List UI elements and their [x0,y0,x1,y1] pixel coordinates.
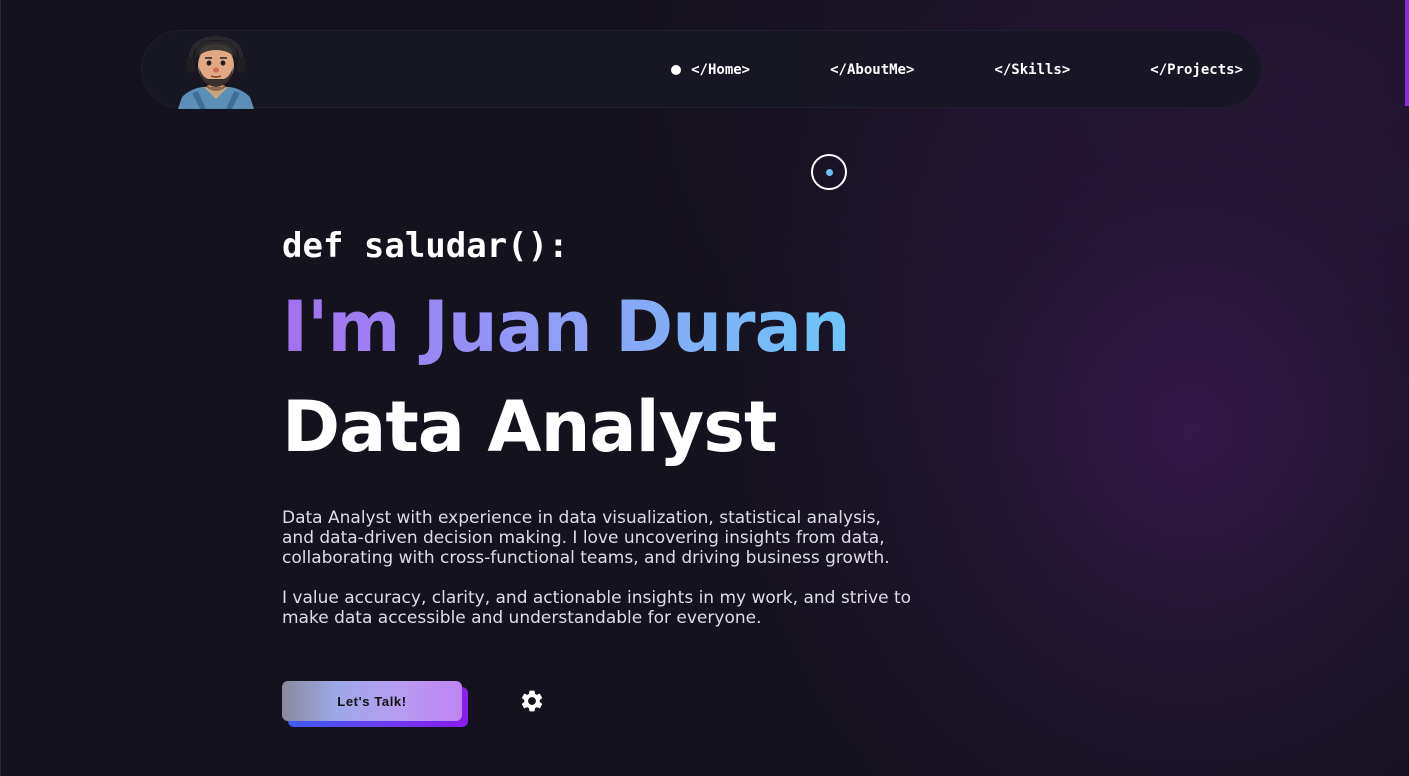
scroll-progress-indicator [1405,0,1409,106]
nav-item-label: </Projects> [1150,62,1243,78]
lets-talk-button[interactable]: Let's Talk! [282,681,462,721]
cursor-ring-icon [811,154,847,190]
nav-item-aboutme[interactable]: </AboutMe> [830,62,914,78]
hero-name: I'm Juan Duran [282,286,851,368]
nav-links: </Home> </AboutMe> </Skills> </Projects> [671,31,1243,109]
hero-description-2: I value accuracy, clarity, and actionabl… [282,588,912,628]
navbar: </Home> </AboutMe> </Skills> </Projects> [141,30,1262,109]
gear-icon[interactable] [519,688,545,714]
nav-item-home[interactable]: </Home> [671,62,750,78]
page-left-border [0,0,1,776]
nav-item-skills[interactable]: </Skills> [994,62,1070,78]
nav-item-label: </Home> [691,62,751,78]
hero-role: Data Analyst [282,386,777,468]
avatar-icon[interactable] [176,33,256,109]
nav-item-label: </Skills> [994,62,1071,78]
hero-greeting: def saludar(): [282,226,569,266]
nav-item-label: </AboutMe> [830,62,915,78]
active-dot-icon [671,65,682,75]
nav-item-projects[interactable]: </Projects> [1150,62,1243,78]
cursor-dot-icon [826,169,833,176]
hero-description-1: Data Analyst with experience in data vis… [282,508,890,568]
cta-container: Let's Talk! [282,681,468,727]
